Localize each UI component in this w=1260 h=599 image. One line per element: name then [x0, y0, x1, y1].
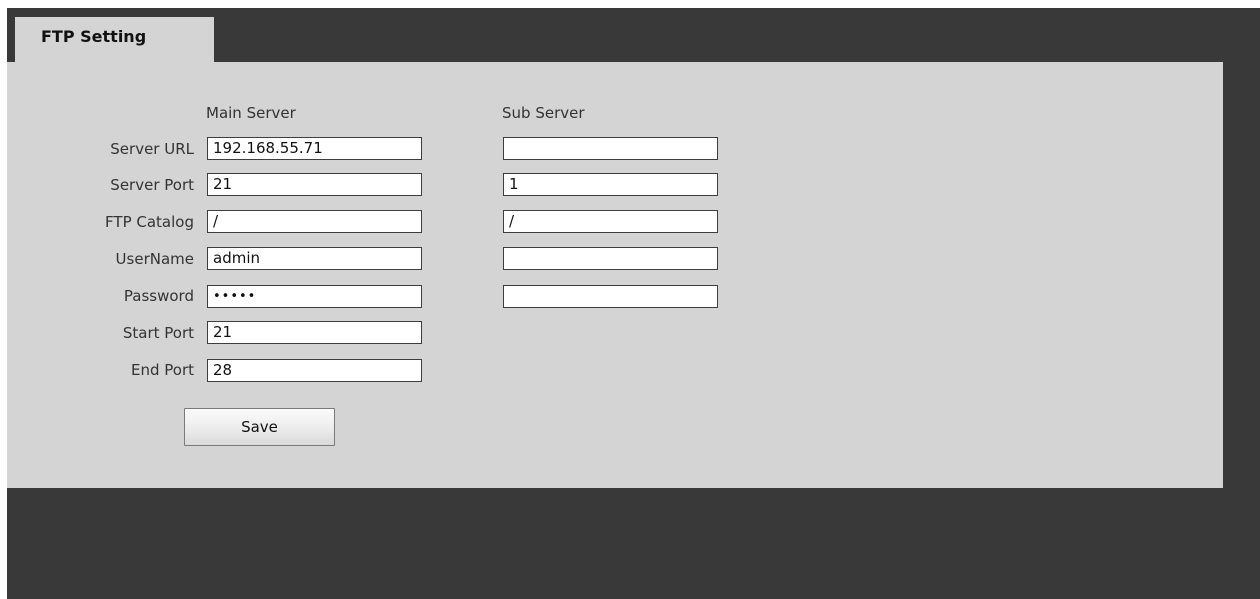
sub-ftp-catalog-field[interactable]: /: [503, 210, 718, 233]
start-port-label: Start Port: [122, 324, 194, 342]
main-username-field[interactable]: admin: [207, 247, 422, 270]
server-port-label: Server Port: [110, 176, 194, 194]
tab-label: FTP Setting: [41, 27, 147, 46]
main-password-field[interactable]: •••••: [207, 285, 422, 308]
sub-username-field[interactable]: [503, 247, 718, 270]
end-port-field[interactable]: 28: [207, 359, 422, 382]
password-label: Password: [123, 287, 194, 305]
sub-server-url-field[interactable]: [503, 137, 718, 160]
start-port-field[interactable]: 21: [207, 321, 422, 344]
sub-server-heading: Sub Server: [502, 104, 585, 122]
username-label: UserName: [115, 250, 194, 268]
sub-password-field[interactable]: [503, 285, 718, 308]
tab-ftp-setting[interactable]: FTP Setting: [15, 17, 214, 62]
main-server-url-field[interactable]: 192.168.55.71: [207, 137, 422, 160]
ftp-catalog-label: FTP Catalog: [105, 213, 194, 231]
main-server-port-field[interactable]: 21: [207, 173, 422, 196]
save-button[interactable]: Save: [184, 408, 335, 446]
main-ftp-catalog-field[interactable]: /: [207, 210, 422, 233]
end-port-label: End Port: [130, 361, 194, 379]
sub-server-port-field[interactable]: 1: [503, 173, 718, 196]
server-url-label: Server URL: [110, 140, 194, 158]
main-server-heading: Main Server: [206, 104, 296, 122]
